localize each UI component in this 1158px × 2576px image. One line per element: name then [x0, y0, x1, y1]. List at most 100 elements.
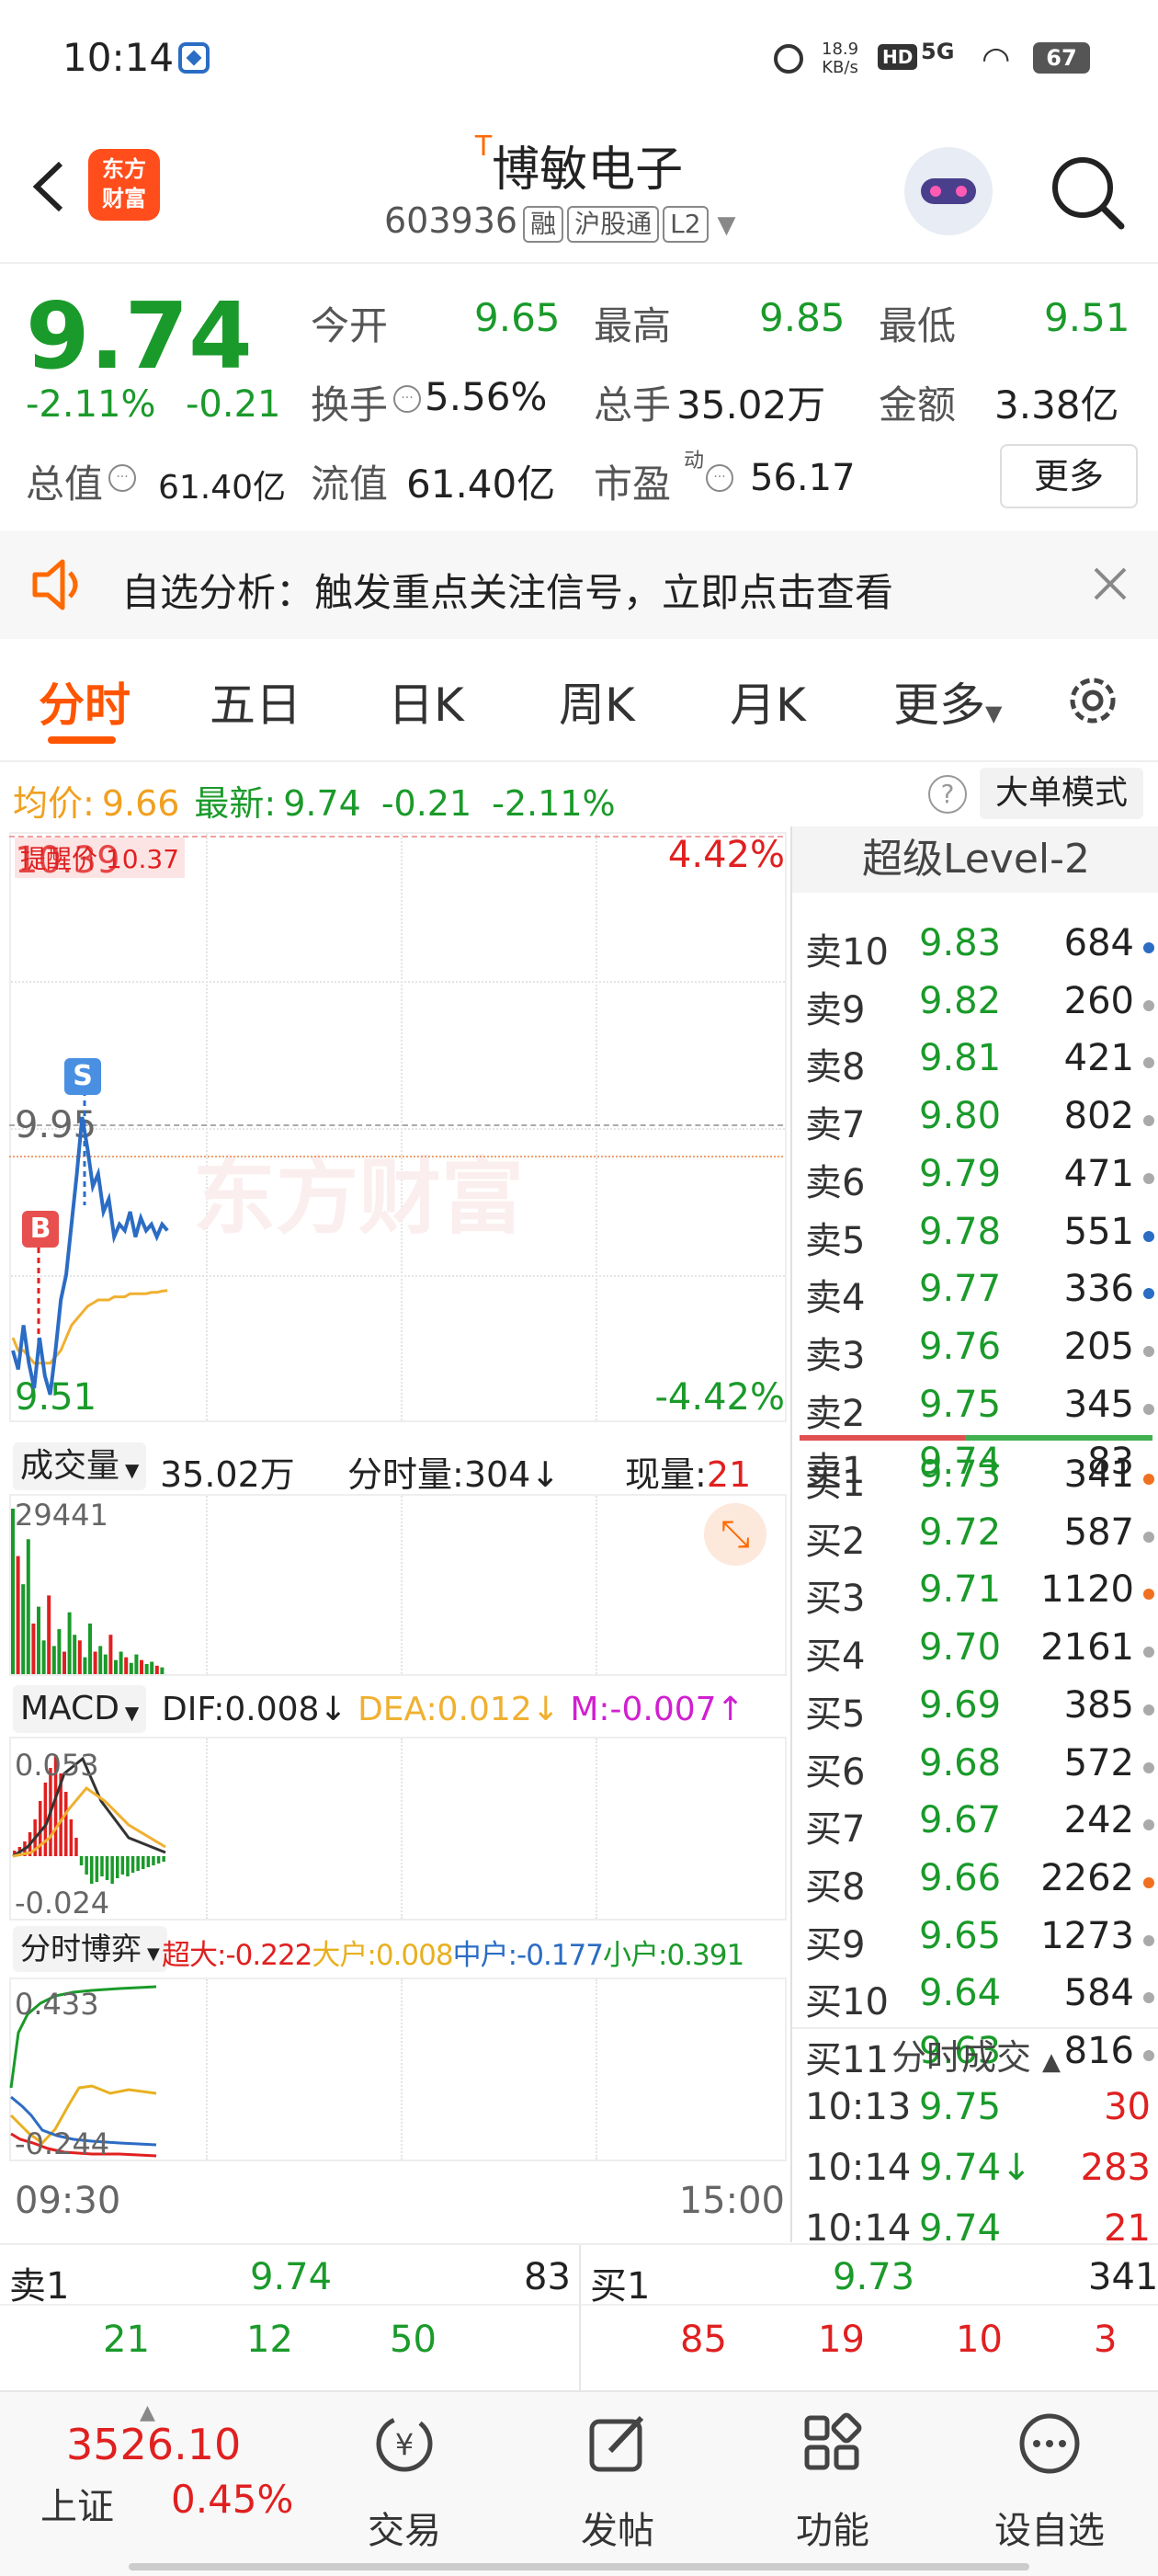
macd-selector[interactable]: MACD ▼ — [13, 1685, 147, 1733]
level-price: 9.68 — [919, 1741, 1002, 1784]
level-label: 卖5 — [805, 1219, 866, 1262]
mktcap-value: 61.40亿 — [158, 469, 287, 507]
order-flag-dot — [1143, 1704, 1154, 1715]
macd-bar — [110, 1856, 114, 1884]
level-volume: 205 — [1063, 1325, 1134, 1368]
macd-bar — [131, 1856, 135, 1873]
level-volume: 421 — [1063, 1037, 1134, 1080]
order-book-row: 买4 9.70 2161 — [798, 1626, 1154, 1678]
volume-header: 成交量 ▼ 35.02万 分时量:304↓ 现量:21 — [9, 1439, 787, 1498]
alert-banner[interactable]: 自选分析：触发重点关注信号，立即点击查看 — [0, 530, 1158, 639]
settings-gear-icon[interactable] — [1062, 670, 1123, 731]
volume-bar — [88, 1623, 92, 1674]
level-volume: 572 — [1063, 1741, 1134, 1784]
info-icon[interactable]: ··· — [393, 385, 421, 413]
dropdown-icon: ▼ — [124, 1702, 140, 1724]
level-label: 买4 — [805, 1636, 866, 1679]
avg-price-line — [11, 1289, 168, 1365]
trade-tab[interactable]: ¥ 交易 — [312, 2392, 496, 2552]
level-price: 9.70 — [919, 1626, 1002, 1670]
macd-bar — [64, 1792, 68, 1856]
macd-bar — [116, 1856, 119, 1878]
bid1-volume: 341 — [1088, 2256, 1158, 2298]
expand-icon[interactable]: ⤡ — [704, 1503, 766, 1566]
more-button[interactable]: 更多 — [1000, 444, 1138, 508]
macd-bar — [105, 1856, 109, 1880]
low-value: 9.51 — [1044, 295, 1130, 340]
queue-order: 12 — [246, 2319, 293, 2361]
game-bottom-label: -0.244 — [15, 2126, 110, 2161]
robot-assistant-icon[interactable] — [904, 147, 993, 235]
macd-top-label: 0.053 — [15, 1748, 99, 1783]
tab-intraday[interactable]: 分时 — [39, 668, 131, 735]
macd-bar — [79, 1856, 84, 1865]
bottom-tab-bar: ▲ 3526.10 上证 0.45% ¥ 交易 发帖 功能 设自选 — [0, 2390, 1158, 2576]
float-label: 流值 — [311, 462, 389, 507]
trade-yen-icon: ¥ — [376, 2415, 433, 2472]
tab-5day[interactable]: 五日 — [210, 668, 301, 735]
ask1-price: 9.74 — [250, 2256, 333, 2298]
order-book: 超级Level-2 卖10 9.83 684 卖9 9.82 260 卖8 9.81 421 卖7… — [790, 826, 1158, 2250]
level2-tag: L2 — [663, 206, 709, 243]
level-price: 9.66 — [919, 1856, 1002, 1899]
dropdown-icon: ▼ — [125, 1459, 140, 1481]
level-price: 9.75 — [919, 1383, 1002, 1426]
turnover-label: 换手 — [311, 382, 389, 427]
level-price: 9.65 — [919, 1914, 1002, 1957]
tab-daily-k[interactable]: 日K — [388, 668, 464, 735]
close-icon[interactable] — [1092, 565, 1129, 602]
post-tab[interactable]: 发帖 — [526, 2392, 710, 2552]
order-book-row: 买10 9.64 584 — [798, 1972, 1154, 2023]
info-icon[interactable]: ··· — [108, 464, 136, 492]
current-price: 9.74 — [26, 282, 253, 390]
level-price: 9.76 — [919, 1325, 1002, 1368]
level-price: 9.79 — [919, 1152, 1002, 1195]
volume-bar — [98, 1646, 103, 1674]
order-flag-dot — [1143, 1403, 1154, 1415]
functions-tab[interactable]: 功能 — [741, 2392, 925, 2552]
macd-bottom-label: -0.024 — [15, 1886, 110, 1921]
level2-title[interactable]: 超级Level-2 — [792, 826, 1158, 893]
order-book-row: 卖10 9.83 684 — [798, 922, 1154, 974]
add-watchlist-tab[interactable]: 设自选 — [958, 2392, 1141, 2552]
level-volume: 584 — [1063, 1972, 1134, 2015]
dropdown-icon[interactable]: ▼ — [718, 211, 736, 239]
volume-bar — [140, 1659, 143, 1674]
trades-header[interactable]: 分时成交 ▲ — [792, 2027, 1158, 2084]
volume-bar — [77, 1640, 82, 1674]
macd-bar — [126, 1856, 130, 1876]
info-icon[interactable]: ··· — [706, 464, 733, 492]
search-button[interactable] — [1046, 151, 1129, 234]
stock-name: 博敏电子 — [492, 142, 684, 198]
index-ticker[interactable]: ▲ 3526.10 上证 0.45% — [0, 2392, 312, 2548]
order-flag-dot — [1143, 1819, 1154, 1831]
volume-bar — [134, 1654, 139, 1674]
level-label: 买6 — [805, 1750, 866, 1794]
buy-marker[interactable]: B — [22, 1211, 59, 1248]
order-book-row: 卖3 9.76 205 — [798, 1326, 1154, 1377]
tab-weekly-k[interactable]: 周K — [559, 668, 635, 735]
level-price: 9.73 — [919, 1453, 1002, 1496]
hd-icon: HD — [878, 44, 918, 70]
volume-bar — [62, 1651, 66, 1674]
level-volume: 260 — [1063, 979, 1134, 1022]
order-flag-dot — [1143, 999, 1154, 1011]
tab-monthly-k[interactable]: 月K — [730, 668, 806, 735]
volume-bar — [144, 1663, 149, 1674]
status-time: 10:14 — [62, 35, 175, 80]
order-flag-dot — [1143, 1288, 1154, 1300]
volume-bar — [11, 1509, 15, 1674]
order-book-row: 卖5 9.78 551 — [798, 1211, 1154, 1262]
tab-more[interactable]: 更多▼ — [893, 668, 1002, 735]
hk-connect-tag: 沪股通 — [567, 206, 660, 243]
volume-selector[interactable]: 成交量 ▼ — [13, 1442, 147, 1490]
order-flag-dot — [1143, 1934, 1154, 1946]
volume-bar — [83, 1657, 87, 1674]
level-label: 卖10 — [805, 931, 889, 974]
trade-price: 9.74↓ — [919, 2147, 1032, 2189]
sell-marker[interactable]: S — [64, 1058, 101, 1095]
big-order-mode-button[interactable]: 大单模式 — [980, 768, 1143, 819]
game-selector[interactable]: 分时博弈 ▼ — [13, 1926, 167, 1972]
game-values: 超大:-0.222大户:0.008中户:-0.177小户:0.391 — [162, 1939, 744, 1972]
help-icon[interactable]: ? — [928, 775, 967, 814]
